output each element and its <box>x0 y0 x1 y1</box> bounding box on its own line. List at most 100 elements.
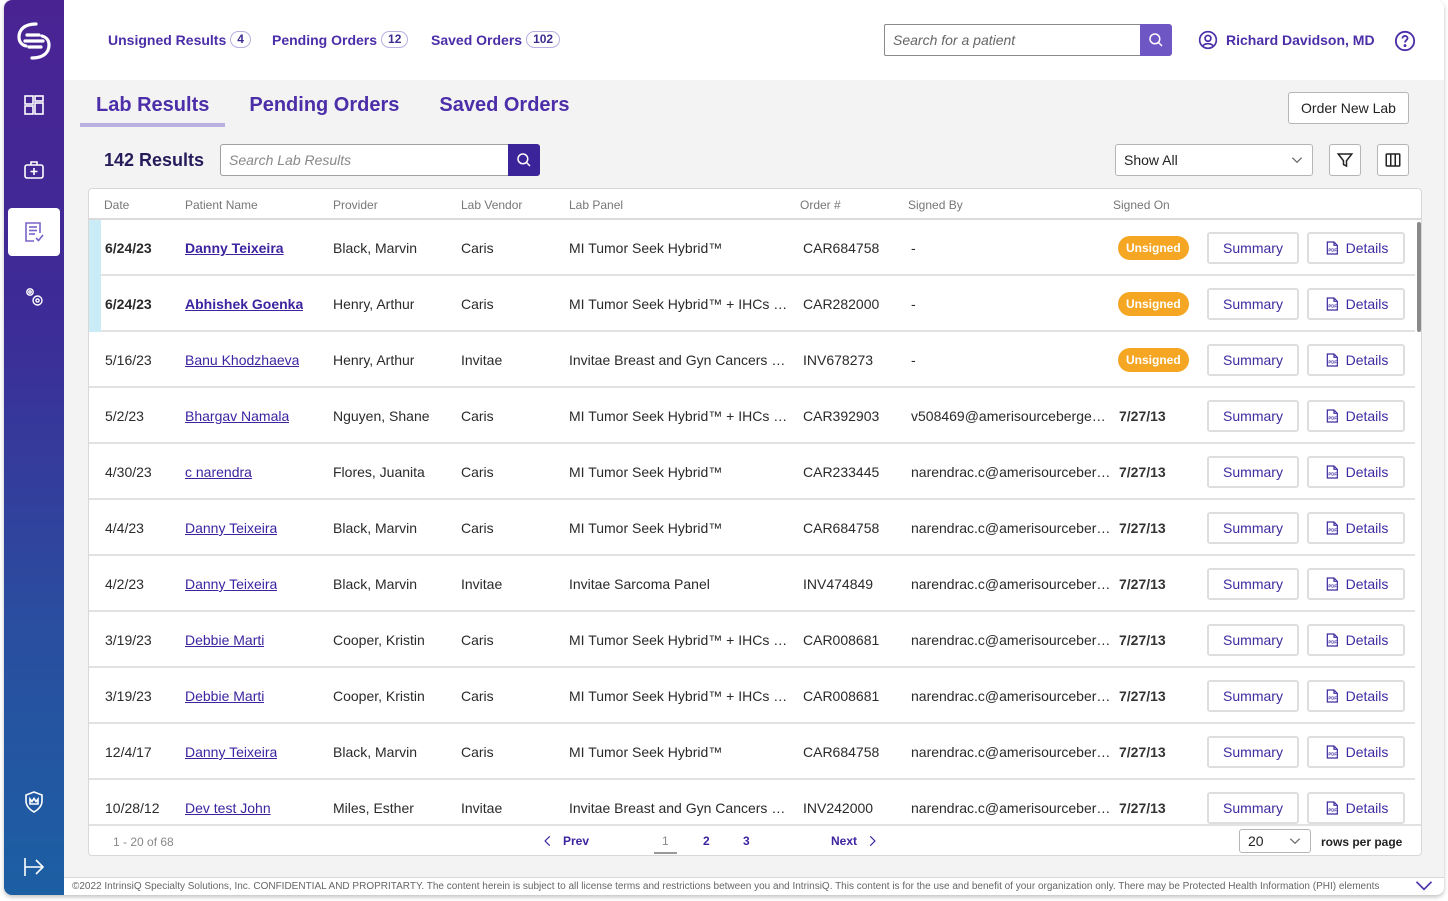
tab-pending-orders[interactable]: Pending Orders <box>233 90 415 127</box>
help-button[interactable] <box>1394 30 1416 57</box>
table-row[interactable]: 3/19/23 Debbie Marti Cooper, Kristin Caris M… <box>89 668 1415 724</box>
patient-name-link[interactable]: Abhishek Goenka <box>185 296 303 312</box>
details-button[interactable]: PDF Details <box>1307 232 1405 264</box>
patient-name-link[interactable]: c narendra <box>185 464 252 480</box>
details-button[interactable]: PDF Details <box>1307 456 1405 488</box>
details-button[interactable]: PDF Details <box>1307 736 1405 768</box>
sidebar-item-settings[interactable] <box>8 273 60 321</box>
column-header-lab-panel[interactable]: Lab Panel <box>569 198 623 212</box>
summary-button[interactable]: Summary <box>1207 680 1299 712</box>
summary-button[interactable]: Summary <box>1207 568 1299 600</box>
details-button[interactable]: PDF Details <box>1307 512 1405 544</box>
summary-button[interactable]: Summary <box>1207 624 1299 656</box>
details-button[interactable]: PDF Details <box>1307 288 1405 320</box>
details-button[interactable]: PDF Details <box>1307 344 1405 376</box>
cell-signed-on: 7/27/13 <box>1119 520 1166 536</box>
table-row[interactable]: 3/19/23 Debbie Marti Cooper, Kristin Caris M… <box>89 612 1415 668</box>
sidebar-item-orders[interactable] <box>8 145 60 193</box>
column-header-provider[interactable]: Provider <box>333 198 378 212</box>
patient-search-input[interactable] <box>884 24 1140 56</box>
column-header-lab-vendor[interactable]: Lab Vendor <box>461 198 522 212</box>
details-button[interactable]: PDF Details <box>1307 792 1405 824</box>
patient-name-link[interactable]: Danny Teixeira <box>185 576 277 592</box>
quick-link-saved-orders[interactable]: Saved Orders 102 <box>431 31 561 48</box>
summary-button[interactable]: Summary <box>1207 512 1299 544</box>
table-row[interactable]: 5/16/23 Banu Khodzhaeva Henry, Arthur Invit… <box>89 332 1415 388</box>
columns-button[interactable] <box>1377 144 1409 176</box>
status-filter-select[interactable]: Show All <box>1115 144 1313 176</box>
table-row[interactable]: 6/24/23 Abhishek Goenka Henry, Arthur Caris… <box>89 276 1415 332</box>
pdf-icon: PDF <box>1326 465 1338 479</box>
patient-name-link[interactable]: Bhargav Namala <box>185 408 289 424</box>
table-row[interactable]: 5/2/23 Bhargav Namala Nguyen, Shane Caris MI… <box>89 388 1415 444</box>
quick-link-unsigned-results[interactable]: Unsigned Results 4 <box>108 31 251 48</box>
tab-lab-results[interactable]: Lab Results <box>80 90 226 127</box>
quick-link-pending-orders[interactable]: Pending Orders 12 <box>272 31 409 48</box>
column-header-signed-on[interactable]: Signed On <box>1113 198 1170 212</box>
patient-name-link[interactable]: Banu Khodzhaeva <box>185 352 299 368</box>
sidebar-item-lab-results[interactable] <box>8 208 60 256</box>
table-row[interactable]: 4/4/23 Danny Teixeira Black, Marvin Caris MI… <box>89 500 1415 556</box>
results-count: 142 Results <box>104 150 205 170</box>
table-row[interactable]: 10/28/12 Dev test John Miles, Esther Invita… <box>89 780 1415 824</box>
details-button[interactable]: PDF Details <box>1307 568 1405 600</box>
cell-signed-by: narendrac.c@amerisourceberg... <box>911 688 1113 704</box>
cell-provider: Henry, Arthur <box>333 352 415 368</box>
summary-button[interactable]: Summary <box>1207 288 1299 320</box>
filter-button[interactable] <box>1329 144 1361 176</box>
cell-signed-by: - <box>911 296 916 312</box>
pdf-icon: PDF <box>1326 633 1338 647</box>
lab-results-search-input[interactable] <box>220 144 508 176</box>
patient-name-link[interactable]: Debbie Marti <box>185 632 264 648</box>
sidebar-item-logout[interactable] <box>8 843 60 891</box>
prev-page-button[interactable]: Prev <box>541 834 589 848</box>
table-row[interactable]: 12/4/17 Danny Teixeira Black, Marvin Caris M… <box>89 724 1415 780</box>
order-new-lab-button[interactable]: Order New Lab <box>1288 92 1409 124</box>
app-logo-icon[interactable] <box>14 20 54 62</box>
cell-lab-panel: Invitae Breast and Gyn Cancers Pa... <box>569 352 793 368</box>
patient-name-link[interactable]: Debbie Marti <box>185 688 264 704</box>
details-button[interactable]: PDF Details <box>1307 680 1405 712</box>
sidebar-item-admin[interactable] <box>8 778 60 826</box>
summary-button[interactable]: Summary <box>1207 232 1299 264</box>
patient-name-link[interactable]: Danny Teixeira <box>185 520 277 536</box>
sidebar-item-dashboard[interactable] <box>8 81 60 129</box>
table-scrollbar[interactable] <box>1417 222 1421 332</box>
summary-label: Summary <box>1223 688 1283 704</box>
summary-button[interactable]: Summary <box>1207 736 1299 768</box>
user-menu[interactable]: Richard Davidson, MD <box>1198 30 1375 50</box>
lab-results-search-button[interactable] <box>508 144 540 176</box>
footer-expand-button[interactable] <box>1414 879 1434 895</box>
tab-saved-orders[interactable]: Saved Orders <box>423 90 585 127</box>
page-3[interactable]: 3 <box>743 834 750 848</box>
next-page-button[interactable]: Next <box>831 834 879 848</box>
pdf-icon: PDF <box>1326 241 1338 255</box>
cell-provider: Cooper, Kristin <box>333 688 425 704</box>
column-header-date[interactable]: Date <box>104 198 129 212</box>
columns-icon <box>1385 153 1401 167</box>
page-1[interactable]: 1 <box>654 834 677 854</box>
patient-name-link[interactable]: Dev test John <box>185 800 271 816</box>
table-row[interactable]: 4/2/23 Danny Teixeira Black, Marvin Invitae… <box>89 556 1415 612</box>
page-2[interactable]: 2 <box>703 834 710 848</box>
patient-name-link[interactable]: Danny Teixeira <box>185 240 284 256</box>
patient-search-button[interactable] <box>1140 24 1172 56</box>
summary-button[interactable]: Summary <box>1207 400 1299 432</box>
summary-button[interactable]: Summary <box>1207 456 1299 488</box>
table-row[interactable]: 6/24/23 Danny Teixeira Black, Marvin Caris M… <box>89 220 1415 276</box>
details-button[interactable]: PDF Details <box>1307 624 1405 656</box>
column-header-order-number[interactable]: Order # <box>800 198 841 212</box>
column-header-signed-by[interactable]: Signed By <box>908 198 963 212</box>
quick-link-label: Saved Orders <box>431 31 523 48</box>
details-button[interactable]: PDF Details <box>1307 400 1405 432</box>
summary-label: Summary <box>1223 520 1283 536</box>
lab-results-icon <box>25 222 44 242</box>
column-header-patient-name[interactable]: Patient Name <box>185 198 258 212</box>
table-row[interactable]: 4/30/23 c narendra Flores, Juanita Caris MI … <box>89 444 1415 500</box>
summary-button[interactable]: Summary <box>1207 792 1299 824</box>
summary-button[interactable]: Summary <box>1207 344 1299 376</box>
unsigned-status-badge: Unsigned <box>1118 348 1189 372</box>
patient-name-link[interactable]: Danny Teixeira <box>185 744 277 760</box>
rows-per-page-select[interactable]: 20 <box>1239 829 1311 853</box>
cell-provider: Black, Marvin <box>333 744 418 760</box>
